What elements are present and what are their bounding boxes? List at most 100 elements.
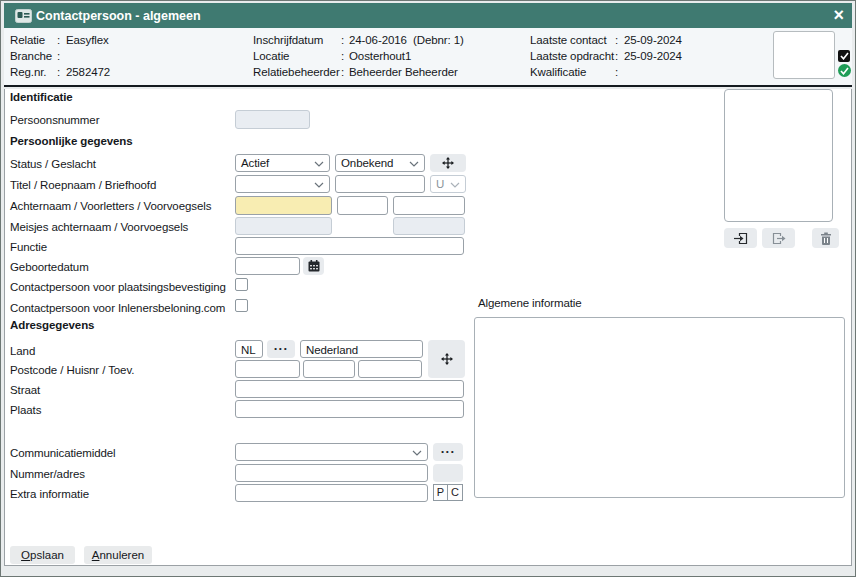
move-icon bbox=[442, 157, 454, 169]
header-value: 2582472 bbox=[66, 65, 110, 79]
calendar-button[interactable] bbox=[303, 257, 324, 275]
straat-input[interactable] bbox=[235, 380, 464, 398]
land-lookup-button[interactable]: ··· bbox=[267, 340, 295, 358]
achternaam-input[interactable] bbox=[235, 196, 332, 215]
status-ok-icon bbox=[838, 64, 851, 77]
move-address-button[interactable] bbox=[428, 340, 465, 378]
label-land: Land bbox=[10, 344, 35, 358]
persoonsnummer-input[interactable] bbox=[235, 110, 310, 129]
calendar-icon bbox=[308, 260, 320, 272]
label-extra-informatie: Extra informatie bbox=[10, 487, 89, 501]
label-contactpersoon-inlenersbeloning: Contactpersoon voor Inlenersbeloning.com bbox=[10, 301, 225, 315]
header-label: Reg.nr. bbox=[10, 65, 46, 79]
header-colon: : bbox=[615, 33, 618, 47]
close-icon[interactable]: × bbox=[833, 6, 844, 25]
voorvoegsels-input[interactable] bbox=[393, 196, 465, 215]
photo-delete-button[interactable] bbox=[812, 228, 839, 248]
label-communicatiemiddel: Communicatiemiddel bbox=[10, 446, 116, 460]
titel-select[interactable] bbox=[235, 175, 330, 193]
huisnr-input[interactable] bbox=[303, 360, 355, 378]
algemene-informatie-textarea[interactable] bbox=[474, 317, 845, 498]
header-label: Kwalificatie bbox=[530, 65, 586, 79]
communicatiemiddel-lookup-button[interactable]: ··· bbox=[433, 443, 463, 461]
nummer-adres-input[interactable] bbox=[235, 464, 428, 482]
window-title: Contactpersoon - algemeen bbox=[36, 9, 201, 23]
header-label: Relatie bbox=[10, 33, 45, 47]
label-persoonsnummer: Persoonsnummer bbox=[10, 113, 99, 127]
chevron-down-icon bbox=[409, 161, 419, 167]
header-label: Locatie bbox=[253, 49, 289, 63]
label-algemene-informatie: Algemene informatie bbox=[478, 296, 582, 310]
chevron-down-icon bbox=[314, 182, 324, 188]
functie-input[interactable] bbox=[235, 237, 464, 255]
photo-import-button[interactable] bbox=[724, 228, 757, 248]
label-contactpersoon-plaatsingsbevestiging: Contactpersoon voor plaatsingsbevestigin… bbox=[10, 280, 226, 294]
land-naam-input[interactable]: Nederland bbox=[300, 340, 423, 358]
plaatsingsbevestiging-checkbox[interactable] bbox=[235, 278, 248, 291]
communicatiemiddel-select[interactable] bbox=[235, 443, 428, 461]
land-code-input[interactable]: NL bbox=[235, 340, 263, 358]
postcode-input[interactable] bbox=[235, 360, 300, 378]
header-label: Laatste opdracht bbox=[530, 49, 614, 63]
photo-placeholder bbox=[724, 89, 833, 222]
contact-card-icon bbox=[15, 9, 32, 23]
header-label: Laatste contact bbox=[530, 33, 607, 47]
meisjes-voorvoegsels-input[interactable] bbox=[393, 217, 465, 235]
plaats-input[interactable] bbox=[235, 400, 464, 418]
trash-icon bbox=[820, 232, 832, 245]
titlebar[interactable]: Contactpersoon - algemeen × bbox=[4, 3, 852, 28]
label-achternaam-voorletters-voorvoegsels: Achternaam / Voorletters / Voorvoegsels bbox=[10, 199, 211, 213]
header-colon: : bbox=[341, 33, 344, 47]
label-plaats: Plaats bbox=[10, 403, 41, 417]
geslacht-select[interactable]: Onbekend bbox=[335, 154, 425, 172]
extra-informatie-input[interactable] bbox=[235, 484, 428, 502]
move-field-button[interactable] bbox=[430, 154, 466, 172]
header-colon: : bbox=[615, 49, 618, 63]
geboortedatum-input[interactable] bbox=[235, 257, 300, 275]
section-persoonlijke-gegevens: Persoonlijke gegevens bbox=[10, 134, 133, 148]
nummer-adres-action-button[interactable] bbox=[433, 464, 463, 482]
header-colon: : bbox=[341, 49, 344, 63]
header-colon: : bbox=[341, 65, 344, 79]
import-icon bbox=[734, 232, 748, 245]
photo-export-button[interactable] bbox=[762, 228, 795, 248]
check-icon bbox=[840, 67, 849, 75]
header-label: Relatiebeheerder bbox=[253, 65, 340, 79]
header-value: 24-06-2016 (Debnr: 1) bbox=[349, 33, 464, 47]
header-checkbox[interactable] bbox=[838, 50, 850, 62]
header-value: 25-09-2024 bbox=[624, 49, 682, 63]
inlenersbeloning-checkbox[interactable] bbox=[235, 299, 248, 312]
header-colon: : bbox=[615, 65, 618, 79]
label-geboortedatum: Geboortedatum bbox=[10, 260, 89, 274]
meisjes-achternaam-input[interactable] bbox=[235, 217, 332, 235]
qualification-box bbox=[773, 31, 835, 79]
label-straat: Straat bbox=[10, 383, 40, 397]
c-button[interactable]: C bbox=[447, 484, 463, 501]
header-value: Oosterhout1 bbox=[349, 49, 411, 63]
header-colon: : bbox=[57, 65, 60, 79]
label-postcode-huisnr-toev: Postcode / Huisnr / Toev. bbox=[10, 363, 134, 377]
chevron-down-icon bbox=[412, 450, 422, 456]
chevron-down-icon bbox=[314, 161, 324, 167]
header-value: 25-09-2024 bbox=[624, 33, 682, 47]
label-nummer-adres: Nummer/adres bbox=[10, 467, 85, 481]
label-functie: Functie bbox=[10, 240, 47, 254]
section-adresgegevens: Adresgegevens bbox=[10, 318, 94, 332]
label-titel-roepnaam-briefhoofd: Titel / Roepnaam / Briefhoofd bbox=[10, 178, 156, 192]
briefhoofd-select[interactable]: U bbox=[430, 175, 466, 193]
header-label: Inschrijfdatum bbox=[253, 33, 323, 47]
label-meisjes-achternaam: Meisjes achternaam / Voorvoegsels bbox=[10, 220, 188, 234]
roepnaam-input[interactable] bbox=[335, 175, 425, 193]
voorletters-input[interactable] bbox=[337, 196, 388, 215]
p-button[interactable]: P bbox=[433, 484, 448, 501]
status-select[interactable]: Actief bbox=[235, 154, 330, 172]
toevoeging-input[interactable] bbox=[358, 360, 422, 378]
cancel-button[interactable]: Annuleren bbox=[84, 546, 152, 564]
header-value: Beheerder Beheerder bbox=[349, 65, 458, 79]
label-status-geslacht: Status / Geslacht bbox=[10, 157, 96, 171]
header-value: Easyflex bbox=[66, 33, 109, 47]
header-colon: : bbox=[57, 49, 60, 63]
export-icon bbox=[772, 232, 786, 245]
chevron-down-icon bbox=[450, 182, 460, 188]
save-button[interactable]: Opslaan bbox=[10, 546, 75, 564]
